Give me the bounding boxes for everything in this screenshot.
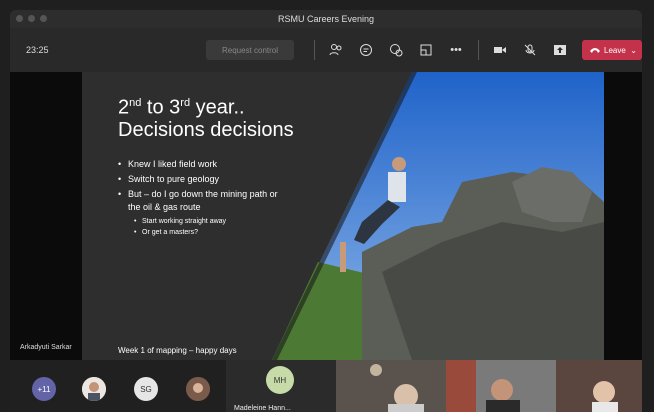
presentation-slide: 2nd to 3rd year.. Decisions decisions Kn… bbox=[82, 72, 604, 360]
minimize-window-button[interactable] bbox=[28, 15, 35, 22]
request-control-button[interactable]: Request control bbox=[206, 40, 294, 60]
rooms-icon[interactable] bbox=[418, 42, 434, 58]
phone-hangup-icon bbox=[590, 46, 600, 55]
toolbar-divider bbox=[314, 40, 315, 60]
window-title: RSMU Careers Evening bbox=[277, 14, 375, 24]
title-text: to 3 bbox=[141, 96, 181, 119]
mic-muted-icon[interactable] bbox=[522, 42, 538, 58]
chevron-down-icon[interactable]: ⌄ bbox=[630, 46, 637, 55]
close-window-button[interactable] bbox=[16, 15, 23, 22]
participant-name: Madeleine Hann... bbox=[234, 405, 291, 412]
meeting-timer: 23:25 bbox=[26, 45, 49, 55]
title-text: 2 bbox=[118, 96, 130, 119]
participant-gallery: +11 SG MH Madeleine Hann... bbox=[10, 360, 642, 412]
maximize-window-button[interactable] bbox=[40, 15, 47, 22]
bullet-item: Knew I liked field work bbox=[118, 158, 278, 171]
slide-bullets: Knew I liked field work Switch to pure g… bbox=[118, 158, 278, 238]
presenter-name: Arkadyuti Sarkar bbox=[20, 344, 72, 351]
title-text: year.. bbox=[190, 96, 245, 119]
bullet-item: Switch to pure geology bbox=[118, 173, 278, 186]
more-actions-icon[interactable]: ••• bbox=[448, 42, 464, 58]
participant-avatar[interactable] bbox=[186, 377, 210, 401]
meeting-toolbar: 23:25 Request control ••• Leave ⌄ bbox=[10, 28, 642, 72]
slide-title: 2nd to 3rd year.. Decisions decisions bbox=[118, 92, 294, 141]
title-superscript: rd bbox=[180, 97, 191, 109]
camera-icon[interactable] bbox=[492, 42, 508, 58]
share-screen-icon[interactable] bbox=[552, 42, 568, 58]
leave-button[interactable]: Leave ⌄ bbox=[582, 40, 642, 60]
sub-bullet-item: Or get a masters? bbox=[118, 227, 278, 238]
participants-icon[interactable] bbox=[328, 42, 344, 58]
participant-video-tile[interactable] bbox=[446, 360, 556, 412]
participant-video-tile[interactable] bbox=[556, 360, 642, 412]
window-controls[interactable] bbox=[16, 15, 47, 22]
leave-label: Leave bbox=[604, 45, 626, 55]
participant-avatar-mh: MH bbox=[266, 366, 294, 394]
participant-video-tile[interactable] bbox=[336, 360, 446, 412]
sub-bullet-item: Start working straight away bbox=[118, 216, 278, 227]
participant-avatar-sg[interactable]: SG bbox=[134, 377, 158, 401]
participant-tile-mh[interactable]: MH Madeleine Hann... bbox=[226, 360, 336, 412]
window-titlebar: RSMU Careers Evening bbox=[10, 10, 642, 28]
reactions-icon[interactable] bbox=[388, 42, 404, 58]
slide-caption: Week 1 of mapping – happy days bbox=[118, 346, 237, 355]
slide-title-line2: Decisions decisions bbox=[118, 118, 294, 141]
overflow-participants-button[interactable]: +11 bbox=[32, 377, 56, 401]
slide-title-line1: 2nd to 3rd year.. bbox=[118, 92, 294, 119]
chat-icon[interactable] bbox=[358, 42, 374, 58]
shared-screen: 2nd to 3rd year.. Decisions decisions Kn… bbox=[10, 72, 642, 360]
participant-avatar[interactable] bbox=[82, 377, 106, 401]
toolbar-divider bbox=[478, 40, 479, 60]
bullet-item: But – do I go down the mining path or th… bbox=[118, 188, 278, 214]
title-superscript: nd bbox=[129, 97, 142, 109]
